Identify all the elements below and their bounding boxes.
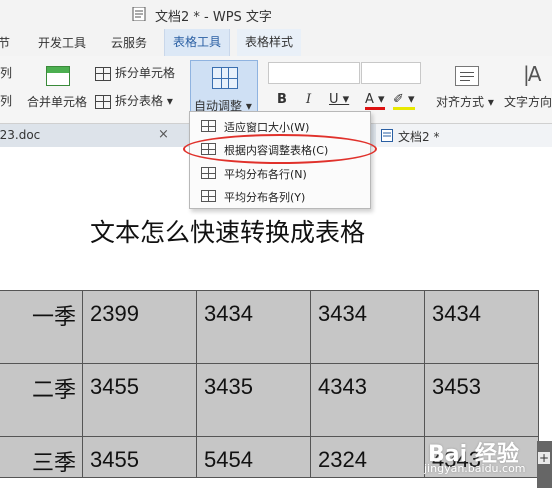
table-cell[interactable]: 一季 xyxy=(0,290,83,364)
table-cell[interactable]: 3434 xyxy=(310,290,425,364)
menu-item-distribute-columns[interactable]: 平均分布各列(Y) xyxy=(190,185,370,207)
watermark-url: jingyan.baidu.com xyxy=(424,462,526,475)
underline-button[interactable]: U ▾ xyxy=(329,92,349,107)
tab-table-tools[interactable]: 表格工具 xyxy=(164,29,231,56)
merge-cells-button[interactable]: 合并单元格 xyxy=(27,93,87,110)
font-color-button[interactable]: A ▾ xyxy=(365,92,385,110)
text-direction-icon: |A xyxy=(523,62,541,86)
document-icon xyxy=(381,129,393,142)
menu-item-label: 根据内容调整表格(C) xyxy=(224,144,329,157)
menu-item-label: 平均分布各列(Y) xyxy=(224,191,306,204)
window-title: 文档2 * - WPS 文字 xyxy=(155,10,272,25)
table-cell[interactable]: 4343 xyxy=(310,363,425,437)
close-icon[interactable]: × xyxy=(158,127,169,142)
ribbon-left-item-1[interactable]: 列 xyxy=(0,64,12,81)
table-cell[interactable]: 二季 xyxy=(0,363,83,437)
menu-item-fit-content[interactable]: 根据内容调整表格(C) xyxy=(190,138,370,160)
table-cell[interactable]: 3434 xyxy=(424,290,539,364)
doc-tab-doc2: 文档2 * xyxy=(398,130,440,144)
table-cell[interactable]: 3455 xyxy=(82,436,197,478)
table-cell[interactable]: 3453 xyxy=(424,363,539,437)
font-name-combo[interactable] xyxy=(268,62,360,84)
bold-button[interactable]: B xyxy=(277,92,287,107)
tab-section[interactable]: 节 xyxy=(0,34,10,51)
align-icon xyxy=(455,66,479,86)
plus-icon[interactable]: + xyxy=(538,452,550,464)
menu-item-label: 适应窗口大小(W) xyxy=(224,121,310,134)
font-size-combo[interactable] xyxy=(361,62,421,84)
split-cells-icon xyxy=(95,66,111,81)
fit-content-icon xyxy=(201,143,216,155)
ribbon-left-item-2[interactable]: 列 xyxy=(0,92,12,109)
text-direction-button[interactable]: 文字方向 xyxy=(504,93,552,110)
split-table-icon xyxy=(95,94,111,109)
split-table-button[interactable]: 拆分表格 ▾ xyxy=(95,92,173,109)
table-cell[interactable]: 3435 xyxy=(196,363,311,437)
merge-cells-icon xyxy=(46,66,70,86)
fit-window-icon xyxy=(201,120,216,132)
split-cells-button[interactable]: 拆分单元格 xyxy=(95,64,175,81)
italic-button[interactable]: I xyxy=(306,92,311,107)
align-button[interactable]: 对齐方式 ▾ xyxy=(436,93,494,110)
split-table-label: 拆分表格 ▾ xyxy=(115,94,173,108)
auto-fit-menu: 适应窗口大小(W) 根据内容调整表格(C) 平均分布各行(N) 平均分布各列(Y… xyxy=(189,111,371,209)
distribute-rows-icon xyxy=(201,167,216,179)
table-cell[interactable]: 2399 xyxy=(82,290,197,364)
table-row: 二季 3455 3435 4343 3453 xyxy=(0,363,539,437)
table-cell[interactable]: 3455 xyxy=(82,363,197,437)
highlight-button[interactable]: ✐ ▾ xyxy=(393,92,415,110)
distribute-columns-icon xyxy=(201,190,216,202)
tab-table-style[interactable]: 表格样式 xyxy=(237,29,302,56)
document-heading: 文本怎么快速转换成表格 xyxy=(90,218,366,247)
table-cell[interactable]: 5454 xyxy=(196,436,311,478)
doc-tab-123[interactable]: 123.doc xyxy=(0,128,40,142)
tab-cloud-service[interactable]: 云服务 xyxy=(111,34,147,51)
menu-item-fit-window[interactable]: 适应窗口大小(W) xyxy=(190,115,370,137)
table-row: 一季 2399 3434 3434 3434 xyxy=(0,290,539,364)
doc-tab-doc2-container[interactable]: 文档2 * xyxy=(376,124,552,147)
table-cell[interactable]: 3434 xyxy=(196,290,311,364)
table-cell[interactable]: 三季 xyxy=(0,436,83,478)
menu-item-label: 平均分布各行(N) xyxy=(224,168,307,181)
table-cell[interactable]: 2324 xyxy=(310,436,425,478)
split-cells-label: 拆分单元格 xyxy=(115,66,176,80)
menu-item-distribute-rows[interactable]: 平均分布各行(N) xyxy=(190,162,370,184)
auto-fit-icon xyxy=(212,67,238,89)
tab-developer-tools[interactable]: 开发工具 xyxy=(38,34,86,51)
ribbon-tab-bar: 节 开发工具 云服务 表格工具 表格样式 xyxy=(0,29,552,57)
title-bar: 文档2 * - WPS 文字 xyxy=(0,0,552,29)
document-icon xyxy=(132,7,146,21)
